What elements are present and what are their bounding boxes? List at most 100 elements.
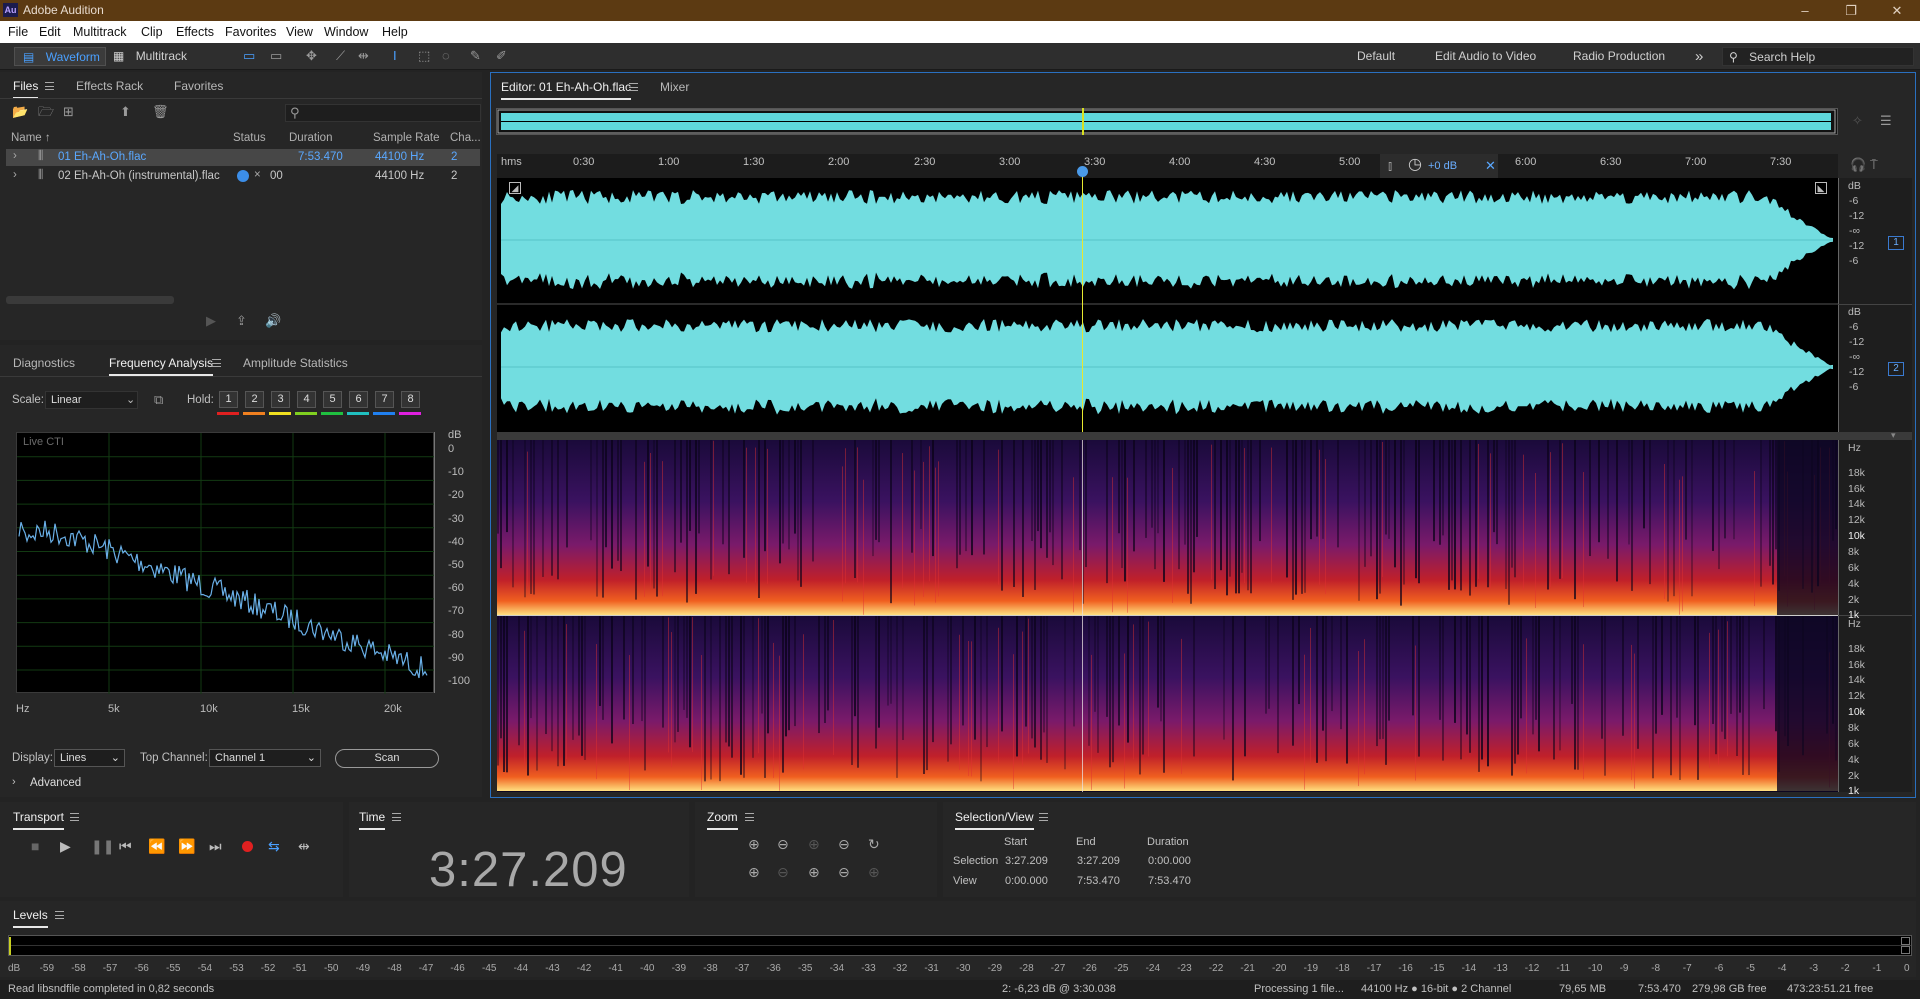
column-status[interactable]: Status <box>233 132 266 144</box>
scale-dropdown[interactable]: Linear ⌄ <box>45 391 138 409</box>
analysis-panel-menu-icon[interactable] <box>212 359 221 367</box>
tab-mixer[interactable]: Mixer <box>660 80 689 94</box>
tab-diagnostics[interactable]: Diagnostics <box>13 356 75 370</box>
more-workspaces-button[interactable]: » <box>1695 47 1703 66</box>
column-sample-rate[interactable]: Sample Rate <box>373 132 439 144</box>
copy-graph-icon[interactable]: ⧉ <box>154 392 163 408</box>
top-channel-dropdown[interactable]: Channel 1 ⌄ <box>209 749 321 767</box>
hold-button-2[interactable]: 2 <box>245 391 264 408</box>
workspace-edit-audio-to-video[interactable]: Edit Audio to Video <box>1435 47 1536 66</box>
menu-file[interactable]: File <box>8 25 28 39</box>
record-icon[interactable] <box>242 841 253 852</box>
tab-amplitude-statistics[interactable]: Amplitude Statistics <box>243 356 348 370</box>
levels-menu-icon[interactable] <box>55 911 64 919</box>
transport-menu-icon[interactable] <box>70 813 79 821</box>
marquee-tool-icon[interactable]: ⬚ <box>418 48 430 64</box>
menu-help[interactable]: Help <box>382 25 408 39</box>
zoom-menu-icon[interactable] <box>745 813 754 821</box>
file-search-field[interactable]: ⚲ <box>285 104 481 122</box>
scan-button[interactable]: Scan <box>335 749 439 768</box>
new-file-icon[interactable]: ⊞ <box>63 104 74 120</box>
marker-icon[interactable]: ⍑ <box>1870 157 1878 173</box>
move-to-previous-icon[interactable]: ⏮ <box>119 838 132 855</box>
hold-button-8[interactable]: 8 <box>401 391 420 408</box>
fade-out-handle-icon[interactable]: ◣ <box>1815 182 1827 194</box>
menu-multitrack[interactable]: Multitrack <box>73 25 126 39</box>
column-duration[interactable]: Duration <box>289 132 332 144</box>
play-preview-icon[interactable]: ▶ <box>206 313 216 329</box>
tab-editor[interactable]: Editor: 01 Eh-Ah-Oh.flac <box>501 80 632 100</box>
playhead-line[interactable] <box>1082 170 1083 432</box>
maximize-button[interactable]: ❐ <box>1828 0 1874 21</box>
advanced-toggle[interactable]: Advanced <box>30 777 81 789</box>
waveform-spectral-splitter[interactable]: ▾ <box>497 430 1912 440</box>
loop-preview-icon[interactable]: ⇪ <box>236 313 247 329</box>
selection-duration[interactable]: 0:00.000 <box>1148 855 1191 867</box>
fade-in-handle-icon[interactable]: ◢ <box>509 182 521 194</box>
channel-1-toggle[interactable]: 1 <box>1888 236 1904 250</box>
zoom-in-time-icon[interactable]: ⊕ <box>808 836 820 853</box>
playhead-handle[interactable] <box>1077 166 1088 177</box>
fast-forward-icon[interactable]: ⏩ <box>178 838 195 855</box>
view-end[interactable]: 7:53.470 <box>1077 875 1120 887</box>
hold-button-6[interactable]: 6 <box>349 391 368 408</box>
tab-frequency-analysis[interactable]: Frequency Analysis <box>109 356 214 376</box>
insert-into-multitrack-icon[interactable]: ⬆ <box>120 104 131 120</box>
selection-view-menu-icon[interactable] <box>1039 813 1048 821</box>
display-dropdown[interactable]: Lines ⌄ <box>54 749 125 767</box>
workspace-default[interactable]: Default <box>1357 47 1395 66</box>
menu-view[interactable]: View <box>286 25 313 39</box>
waveform-display[interactable]: ◢ ◣ <box>497 178 1838 432</box>
waveform-view-button[interactable]: ▤ Waveform <box>14 47 106 66</box>
multitrack-view-button[interactable]: ▦ Multitrack <box>113 47 187 66</box>
time-display[interactable]: 3:27.209 <box>429 842 628 898</box>
files-panel-menu-icon[interactable] <box>45 82 54 90</box>
hold-button-1[interactable]: 1 <box>219 391 238 408</box>
zoom-out-amplitude-icon[interactable]: ⊖ <box>777 836 789 853</box>
open-file-icon[interactable]: 📂 <box>12 104 28 120</box>
rewind-icon[interactable]: ⏪ <box>148 838 165 855</box>
search-help-field[interactable]: ⚲ Search Help <box>1722 47 1914 66</box>
skip-selection-icon[interactable]: ⇹ <box>298 838 310 855</box>
timeline-ruler[interactable]: hms 0:30 1:00 1:30 2:00 2:30 3:00 3:30 4:00 4:30 5… <box>497 154 1838 178</box>
headphones-icon[interactable]: 🎧 <box>1850 157 1866 173</box>
razor-tool-icon[interactable]: ⟋ <box>336 48 345 64</box>
menu-clip[interactable]: Clip <box>141 25 163 39</box>
move-to-next-icon[interactable]: ⏭ <box>209 838 222 855</box>
spectral-display[interactable] <box>497 440 1838 792</box>
hold-button-3[interactable]: 3 <box>271 391 290 408</box>
menu-window[interactable]: Window <box>324 25 368 39</box>
hold-button-4[interactable]: 4 <box>297 391 316 408</box>
overview-bar[interactable] <box>496 108 1838 135</box>
zoom-to-selection-icon[interactable]: ✧ <box>1852 113 1863 129</box>
column-name[interactable]: Name ↑ <box>11 132 51 144</box>
zoom-to-selection-edges-icon[interactable]: ⊖ <box>838 864 850 881</box>
zoom-out-full-icon[interactable]: ⊖ <box>838 836 850 853</box>
advanced-chevron-icon[interactable]: › <box>12 776 16 788</box>
stop-icon[interactable]: ■ <box>31 838 39 854</box>
lasso-tool-icon[interactable]: ◌ <box>442 48 450 64</box>
minimize-button[interactable]: – <box>1782 0 1828 21</box>
view-duration[interactable]: 7:53.470 <box>1148 875 1191 887</box>
tab-favorites[interactable]: Favorites <box>174 79 223 93</box>
hold-button-5[interactable]: 5 <box>323 391 342 408</box>
spot-healing-icon[interactable]: ✐ <box>496 48 507 64</box>
import-file-icon[interactable]: 🗁 <box>38 104 54 120</box>
view-start[interactable]: 0:00.000 <box>1005 875 1048 887</box>
spectral-display-icon[interactable]: ▭ <box>243 48 255 64</box>
menu-favorites[interactable]: Favorites <box>225 25 276 39</box>
clip-indicator-right[interactable] <box>1901 946 1910 954</box>
pause-icon[interactable]: ❚❚ <box>91 838 114 855</box>
zoom-selection-icon[interactable]: ⊕ <box>808 864 820 881</box>
menu-edit[interactable]: Edit <box>39 25 61 39</box>
zoom-out-point-icon[interactable]: ⊖ <box>777 864 789 881</box>
zoom-out-selection-icon[interactable]: ⊕ <box>868 864 880 881</box>
time-menu-icon[interactable] <box>392 813 401 821</box>
zoom-reset-icon[interactable]: ↻ <box>868 836 880 853</box>
cancel-load-icon[interactable]: × <box>254 169 261 181</box>
tab-effects-rack[interactable]: Effects Rack <box>76 79 143 93</box>
loop-playback-icon[interactable]: ⇆ <box>268 838 280 855</box>
pitch-display-icon[interactable]: ▭ <box>270 48 282 64</box>
column-channels[interactable]: Cha... <box>450 132 481 144</box>
workspace-radio-production[interactable]: Radio Production <box>1573 47 1665 66</box>
